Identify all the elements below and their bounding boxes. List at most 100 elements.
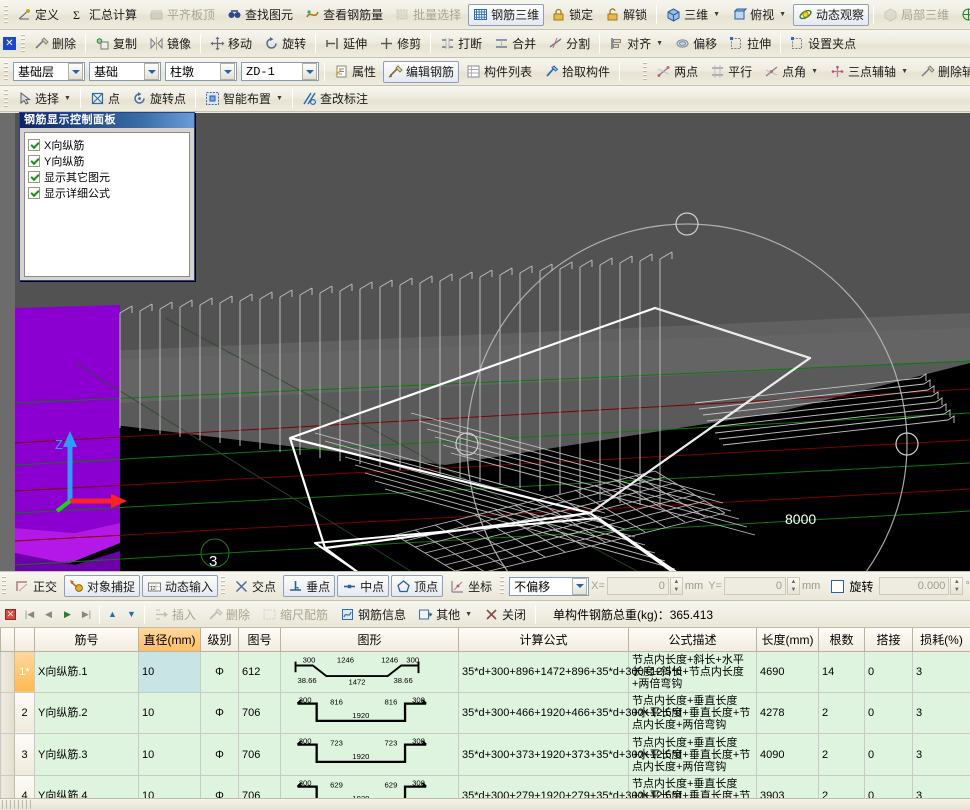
nav-next-button[interactable]: ▶ xyxy=(58,605,77,624)
tbl-其他[interactable]: 其他▼ xyxy=(413,603,477,625)
snapmode-对象捕捉[interactable]: 对象捕捉 xyxy=(64,575,140,597)
spinner-x-input[interactable]: ▲▼ xyxy=(670,577,683,595)
toolbar-grip[interactable] xyxy=(4,5,8,25)
cell-shape-diagram[interactable]: 3007231920723300 xyxy=(281,734,459,775)
draw-旋转点[interactable]: 旋转点 xyxy=(127,88,191,110)
spinner-y-input[interactable]: ▲▼ xyxy=(787,577,800,595)
grid-header-count[interactable]: 根数 xyxy=(819,628,865,651)
offset-mode-combo[interactable]: 不偏移 xyxy=(509,577,589,596)
cell-diameter[interactable]: 10 xyxy=(139,734,201,775)
cell-name[interactable]: Y向纵筋.3 xyxy=(35,734,139,775)
chevron-down-icon[interactable]: ▼ xyxy=(64,95,71,102)
chevron-down-icon[interactable]: ▼ xyxy=(276,95,283,102)
combo-member[interactable]: ZD-1 xyxy=(241,62,319,81)
comp-属性[interactable]: 属性 xyxy=(329,61,381,83)
main-三维[interactable]: 三维▼ xyxy=(661,4,725,26)
chevron-down-icon[interactable] xyxy=(68,63,83,80)
rebar-display-control-panel[interactable]: 钢筋显示控制面板 X向纵筋Y向纵筋显示其它图元显示详细公式 xyxy=(19,112,195,281)
grid-header-length[interactable]: 长度(mm) xyxy=(757,628,819,651)
chevron-down-icon[interactable] xyxy=(572,578,587,595)
grid-resize-grip[interactable] xyxy=(2,800,32,809)
main-汇总计算[interactable]: Σ汇总计算 xyxy=(66,4,142,26)
rotate-input[interactable]: 0.000 xyxy=(879,577,949,595)
cell-formula[interactable]: 35*d+300+896+1472+896+35*d+300+12.5*d xyxy=(459,651,629,692)
toolbar-grip[interactable] xyxy=(21,34,25,54)
row-index-cell[interactable]: 2 xyxy=(15,692,35,733)
grid-horizontal-scrollbar[interactable] xyxy=(0,798,970,810)
edit-延伸[interactable]: 延伸 xyxy=(320,33,372,55)
cell-shape-number[interactable]: 706 xyxy=(239,734,281,775)
nav-down-button[interactable]: ▼ xyxy=(122,605,141,624)
cell-loss[interactable]: 3 xyxy=(913,651,970,692)
main-动态观察[interactable]: 动态观察 xyxy=(793,4,869,26)
nav-prev-button[interactable]: ◀ xyxy=(39,605,58,624)
main-锁定[interactable]: 锁定 xyxy=(546,4,598,26)
cell-shape-diagram[interactable]: 30012461472124630038.6638.66 xyxy=(281,651,459,692)
chevron-down-icon[interactable]: ▼ xyxy=(901,68,908,75)
rebar-option-row[interactable]: Y向纵筋 xyxy=(28,153,186,168)
edit-分割[interactable]: 分割 xyxy=(543,33,595,55)
checkbox-3[interactable] xyxy=(28,171,40,183)
cell-count[interactable]: 2 xyxy=(819,692,865,733)
draw-点[interactable]: 点 xyxy=(85,88,125,110)
edit-对齐[interactable]: 对齐▼ xyxy=(604,33,668,55)
chevron-down-icon[interactable] xyxy=(144,63,159,80)
close-toolbar-icon[interactable]: ✕ xyxy=(3,37,16,50)
toolbar-grip[interactable] xyxy=(2,576,6,596)
table-row[interactable]: 2Y向纵筋.210Φ706300816192081630035*d+300+46… xyxy=(1,692,970,733)
draw-智能布置[interactable]: 智能布置▼ xyxy=(200,88,288,110)
axis-两点[interactable]: 两点 xyxy=(651,61,703,83)
rebar-option-row[interactable]: 显示其它图元 xyxy=(28,169,186,184)
cell-loss[interactable]: 3 xyxy=(913,692,970,733)
cell-length[interactable]: 4090 xyxy=(757,734,819,775)
toolbar-grip[interactable] xyxy=(221,576,225,596)
snap-中点[interactable]: 中点 xyxy=(337,575,389,597)
grid-header-idx[interactable] xyxy=(15,628,35,651)
grid-header-desc[interactable]: 公式描述 xyxy=(629,628,757,651)
cell-lap[interactable]: 0 xyxy=(865,651,913,692)
cell-diameter[interactable]: 10 xyxy=(139,692,201,733)
grid-header-shape[interactable]: 图形 xyxy=(281,628,459,651)
snap-顶点[interactable]: 顶点 xyxy=(391,575,443,597)
spinner-rotate[interactable]: ▲▼ xyxy=(950,577,963,595)
axis-删除辅轴[interactable]: 删除辅轴 xyxy=(915,61,970,83)
cell-grade[interactable]: Φ xyxy=(201,734,239,775)
grid-header-dia[interactable]: 直径(mm) xyxy=(139,628,201,651)
main-钢筋三维[interactable]: 钢筋三维 xyxy=(468,4,544,26)
main-全屏[interactable]: 全屏 xyxy=(956,4,970,26)
cell-diameter[interactable]: 10 xyxy=(139,651,201,692)
y-input[interactable]: 0 xyxy=(724,577,786,595)
edit-拉伸[interactable]: 拉伸 xyxy=(724,33,776,55)
grid-header-grade[interactable]: 级别 xyxy=(201,628,239,651)
comp-编辑钢筋[interactable]: 编辑钢筋 xyxy=(383,61,459,83)
chevron-down-icon[interactable] xyxy=(302,63,317,80)
cell-name[interactable]: X向纵筋.1 xyxy=(35,651,139,692)
rotate-checkbox[interactable] xyxy=(831,580,844,593)
cell-lap[interactable]: 0 xyxy=(865,734,913,775)
cell-formula-description[interactable]: 节点内长度+垂直长度+水平长度+垂直长度+节点内长度+两倍弯钩 xyxy=(629,734,757,775)
cell-formula[interactable]: 35*d+300+373+1920+373+35*d+300+12.5*d xyxy=(459,734,629,775)
cell-grade[interactable]: Φ xyxy=(201,692,239,733)
grid-header-lap[interactable]: 搭接 xyxy=(865,628,913,651)
checkbox-2[interactable] xyxy=(28,155,40,167)
chevron-down-icon[interactable] xyxy=(220,63,235,80)
nav-first-button[interactable]: |◀ xyxy=(20,605,39,624)
cell-count[interactable]: 14 xyxy=(819,651,865,692)
cell-grade[interactable]: Φ xyxy=(201,651,239,692)
x-input[interactable]: 0 xyxy=(607,577,669,595)
cell-formula-description[interactable]: 节点内长度+斜长+水平长度+斜长+节点内长度+两倍弯钩 xyxy=(629,651,757,692)
tbl-钢筋信息[interactable]: 钢筋信息 xyxy=(335,603,411,625)
snap-坐标[interactable]: 坐标 xyxy=(445,575,497,597)
draw-选择[interactable]: 选择▼ xyxy=(12,88,76,110)
main-查找图元[interactable]: 查找图元 xyxy=(222,4,298,26)
cell-loss[interactable]: 3 xyxy=(913,734,970,775)
grid-header-shapeno[interactable]: 图号 xyxy=(239,628,281,651)
snap-交点[interactable]: 交点 xyxy=(229,575,281,597)
edit-修剪[interactable]: 修剪 xyxy=(374,33,426,55)
checkbox-4[interactable] xyxy=(28,187,40,199)
axis-三点辅轴[interactable]: 三点辅轴▼ xyxy=(825,61,913,83)
checkbox-1[interactable] xyxy=(28,139,40,151)
tbl-关闭[interactable]: 关闭 xyxy=(479,603,531,625)
row-index-cell[interactable]: 1* xyxy=(15,651,35,692)
edit-合并[interactable]: 合并 xyxy=(489,33,541,55)
